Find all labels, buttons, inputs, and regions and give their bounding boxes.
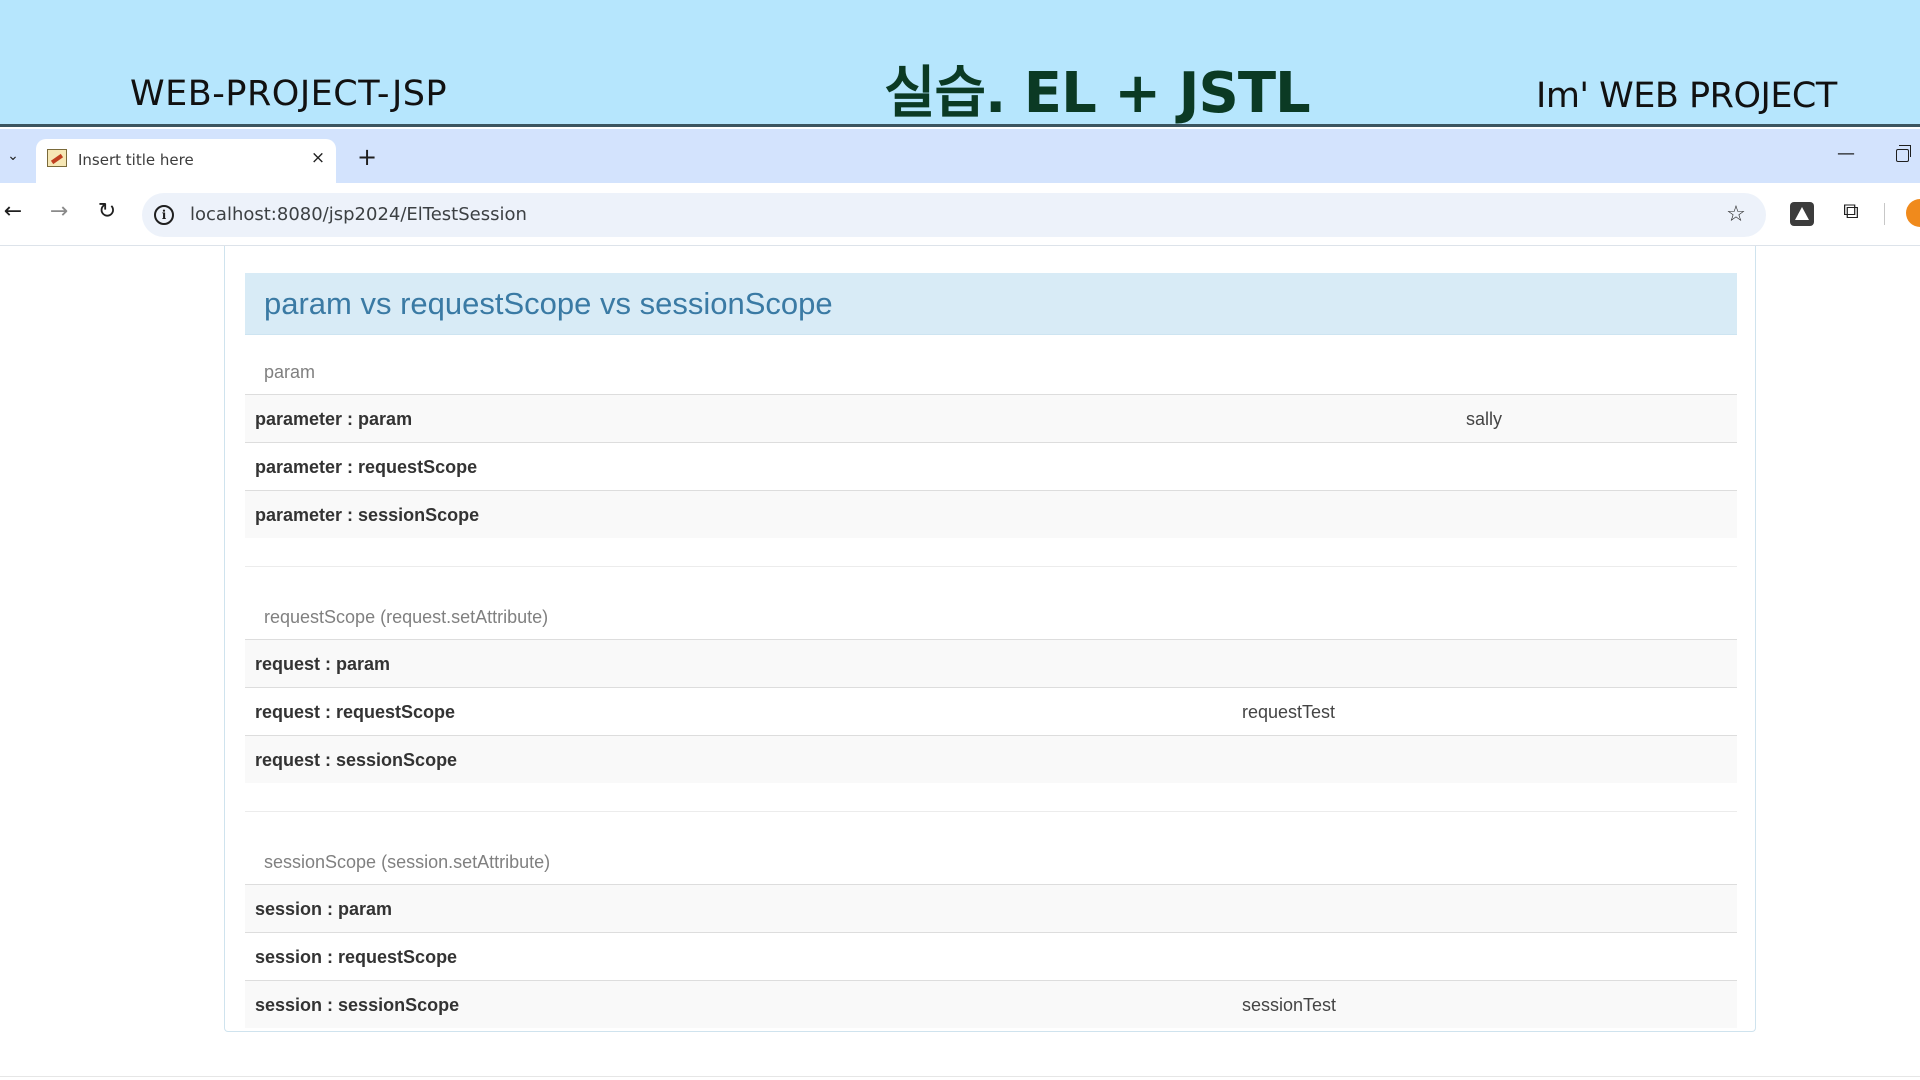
address-bar[interactable]: i localhost:8080/jsp2024/ElTestSession ☆ [142,193,1766,237]
row-label: parameter : sessionScope [255,505,480,525]
section-divider [245,566,1737,567]
row-label: session : param [255,899,393,919]
extensions-puzzle-icon[interactable]: ⧉ [1836,197,1866,227]
table-row: session : sessionScope sessionTest [245,980,1737,1028]
row-label: parameter : param [255,409,413,429]
table-row: parameter : param sally [245,394,1737,442]
request-table: request : param request : requestScope r… [245,639,1737,783]
row-label: request : requestScope [255,702,456,722]
window-restore-icon[interactable] [1896,145,1911,162]
slide-left-title: WEB-PROJECT-JSP [130,74,448,114]
row-label: parameter : requestScope [255,457,478,477]
table-row: parameter : sessionScope [245,490,1737,538]
tab-title: Insert title here [78,151,194,169]
table-row: request : param [245,639,1737,687]
table-row: parameter : requestScope [245,442,1737,490]
slide-center-title: 실습. EL + JSTL [884,61,1311,126]
site-info-icon[interactable]: i [154,205,174,225]
browser-tab-active[interactable]: Insert title here × [36,139,336,183]
back-arrow-icon[interactable]: ← [0,197,28,227]
row-value: sessionTest [1242,995,1337,1015]
row-label: request : param [255,654,391,674]
browser-tab-strip: ⌄ Insert title here × + — [0,129,1920,183]
row-value: requestTest [1242,702,1336,722]
slide-header: WEB-PROJECT-JSP 실습. EL + JSTL Im' WEB PR… [0,0,1920,127]
panel-heading: param vs requestScope vs sessionScope [245,273,1737,335]
toolbar-divider [1884,203,1885,225]
window-minimize-icon[interactable]: — [1836,143,1856,169]
row-label: session : sessionScope [255,995,460,1015]
extension-triangle-icon[interactable] [1790,202,1814,226]
jsp-favicon-icon [47,149,67,167]
reload-icon[interactable]: ↻ [92,197,122,227]
page-bottom-divider [0,1076,1920,1077]
bookmark-star-icon[interactable]: ☆ [1722,201,1750,229]
slide-right-title: Im' WEB PROJECT [1536,76,1837,116]
row-label: session : requestScope [255,947,458,967]
table-row: session : requestScope [245,932,1737,980]
row-value: sally [1466,409,1503,429]
tab-close-icon[interactable]: × [308,148,328,168]
browser-toolbar: ← → ↻ i localhost:8080/jsp2024/ElTestSes… [0,183,1920,246]
table-row: request : requestScope requestTest [245,687,1737,735]
row-label: request : sessionScope [255,750,458,770]
content-card: param vs requestScope vs sessionScope pa… [224,246,1756,1032]
section-caption-session: sessionScope (session.setAttribute) [264,852,551,872]
new-tab-plus-icon[interactable]: + [352,143,382,173]
session-table: session : param session : requestScope s… [245,884,1737,1028]
section-caption-param: param [264,362,316,382]
url-text[interactable]: localhost:8080/jsp2024/ElTestSession [190,204,527,225]
param-table: parameter : param sally parameter : requ… [245,394,1737,538]
profile-avatar[interactable] [1906,199,1920,227]
section-divider [245,811,1737,812]
forward-arrow-icon[interactable]: → [44,197,74,227]
panel-title: param vs requestScope vs sessionScope [264,286,833,321]
section-caption-request: requestScope (request.setAttribute) [264,607,549,627]
table-row: session : param [245,884,1737,932]
tab-list-chevron-icon[interactable]: ⌄ [0,139,26,173]
table-row: request : sessionScope [245,735,1737,783]
